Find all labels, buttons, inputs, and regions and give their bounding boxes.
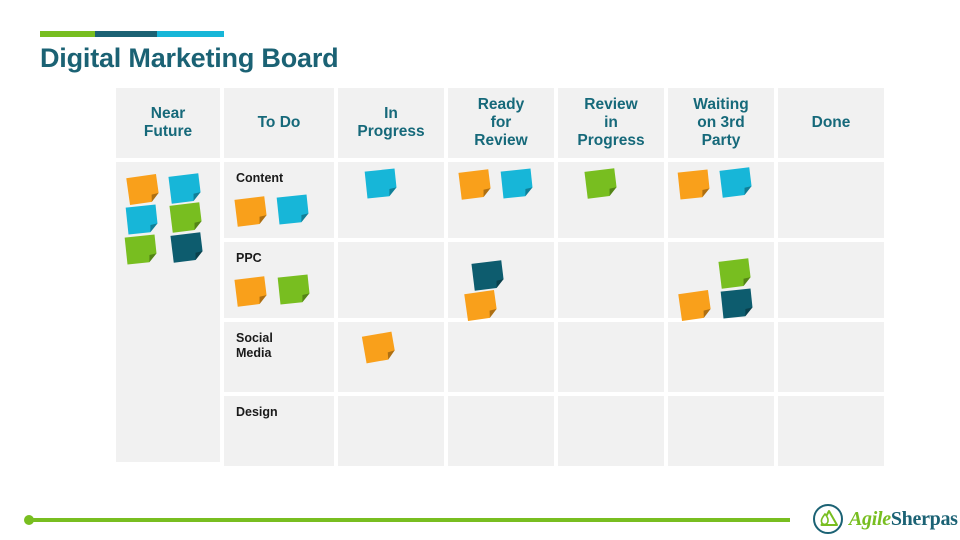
sticky-note-green[interactable] <box>169 202 202 233</box>
board-rows: Content PPC Social Media Design <box>224 162 884 466</box>
column-header-label: Ready for Review <box>474 95 528 150</box>
column-header-label: In Progress <box>357 104 425 140</box>
kanban-board: Near Future To Do In Progress Ready for Review R… <box>116 88 884 466</box>
sticky-note-orange[interactable] <box>677 169 711 200</box>
accent-segment-green <box>40 31 95 37</box>
cell-design-ready-for-review[interactable] <box>448 396 554 466</box>
column-header-label: Review in Progress <box>577 95 645 150</box>
slide-canvas: Digital Marketing Board Near Future To Do I… <box>0 0 960 540</box>
column-header-label: To Do <box>257 113 301 131</box>
cell-content-in-progress[interactable] <box>338 162 444 238</box>
cell-ppc-done[interactable] <box>778 242 884 318</box>
board-header-row: Near Future To Do In Progress Ready for Review R… <box>116 88 884 158</box>
column-header-to-do[interactable]: To Do <box>224 88 334 158</box>
cell-near-future[interactable] <box>116 162 220 462</box>
cell-social-media-in-progress[interactable] <box>338 322 444 392</box>
logo-word-sherpas: Sherpas <box>890 507 958 530</box>
sticky-note-green[interactable] <box>277 274 311 305</box>
sticky-note-orange[interactable] <box>234 196 267 227</box>
page-title: Digital Marketing Board <box>40 43 339 73</box>
cell-content-waiting-on-3rd-party[interactable] <box>668 162 774 238</box>
cell-content-to-do[interactable]: Content <box>224 162 334 238</box>
column-header-done[interactable]: Done <box>778 88 884 158</box>
column-header-near-future[interactable]: Near Future <box>116 88 220 158</box>
cell-design-review-in-progress[interactable] <box>558 396 664 466</box>
cell-ppc-in-progress[interactable] <box>338 242 444 318</box>
sticky-note-green[interactable] <box>584 168 617 199</box>
sticky-note-orange[interactable] <box>361 331 396 364</box>
footer-line <box>28 518 790 522</box>
sticky-note-cyan[interactable] <box>364 168 398 199</box>
board-row-ppc: PPC <box>224 242 884 321</box>
board-row-social-media: Social Media <box>224 322 884 392</box>
column-header-label: Waiting on 3rd Party <box>693 95 749 150</box>
column-header-label: Near Future <box>143 104 193 140</box>
cell-content-done[interactable] <box>778 162 884 238</box>
board-body: Content PPC Social Media Design <box>116 162 884 466</box>
cell-ppc-ready-for-review[interactable] <box>448 242 554 321</box>
cell-content-ready-for-review[interactable] <box>448 162 554 238</box>
sticky-note-orange[interactable] <box>458 169 491 200</box>
sticky-note-green[interactable] <box>718 258 751 289</box>
column-header-label: Done <box>811 113 851 131</box>
cell-ppc-waiting-on-3rd-party[interactable] <box>668 242 774 321</box>
column-header-ready-for-review[interactable]: Ready for Review <box>448 88 554 158</box>
agilesherpas-logo: AgileSherpas <box>812 503 958 535</box>
sticky-note-orange[interactable] <box>234 276 267 307</box>
cell-social-media-review-in-progress[interactable] <box>558 322 664 392</box>
sticky-note-orange[interactable] <box>464 290 497 321</box>
column-header-review-in-progress[interactable]: Review in Progress <box>558 88 664 158</box>
sticky-note-green[interactable] <box>124 234 158 265</box>
logo-wordmark: AgileSherpas <box>849 508 958 531</box>
cell-ppc-to-do[interactable]: PPC <box>224 242 334 318</box>
sticky-note-cyan[interactable] <box>125 204 159 235</box>
accent-segment-teal <box>95 31 157 37</box>
cell-social-media-waiting-on-3rd-party[interactable] <box>668 322 774 392</box>
board-row-design: Design <box>224 396 884 466</box>
row-label-ppc: PPC <box>236 251 262 265</box>
accent-bar <box>40 31 224 37</box>
row-label-social-media: Social Media <box>236 331 273 361</box>
cell-social-media-done[interactable] <box>778 322 884 392</box>
sticky-note-teal[interactable] <box>720 288 754 319</box>
sticky-note-cyan[interactable] <box>276 194 310 225</box>
cell-design-in-progress[interactable] <box>338 396 444 466</box>
cell-ppc-review-in-progress[interactable] <box>558 242 664 318</box>
accent-segment-cyan <box>157 31 224 37</box>
cell-social-media-ready-for-review[interactable] <box>448 322 554 392</box>
column-header-waiting-on-3rd-party[interactable]: Waiting on 3rd Party <box>668 88 774 158</box>
cell-design-to-do[interactable]: Design <box>224 396 334 466</box>
row-label-content: Content <box>236 171 284 185</box>
cell-social-media-to-do[interactable]: Social Media <box>224 322 334 392</box>
cell-design-waiting-on-3rd-party[interactable] <box>668 396 774 466</box>
cell-design-done[interactable] <box>778 396 884 466</box>
cell-content-review-in-progress[interactable] <box>558 162 664 238</box>
sticky-note-cyan[interactable] <box>168 173 201 204</box>
row-label-design: Design <box>236 405 278 419</box>
sticky-note-orange[interactable] <box>126 174 159 205</box>
sticky-note-orange[interactable] <box>678 290 711 321</box>
logo-word-agile: Agile <box>849 507 891 530</box>
logo-mark-icon <box>812 503 844 535</box>
sticky-note-cyan[interactable] <box>500 168 534 199</box>
sticky-note-teal[interactable] <box>170 232 203 263</box>
board-row-content: Content <box>224 162 884 238</box>
sticky-note-cyan[interactable] <box>719 167 752 198</box>
sticky-note-teal[interactable] <box>471 260 504 291</box>
column-header-in-progress[interactable]: In Progress <box>338 88 444 158</box>
